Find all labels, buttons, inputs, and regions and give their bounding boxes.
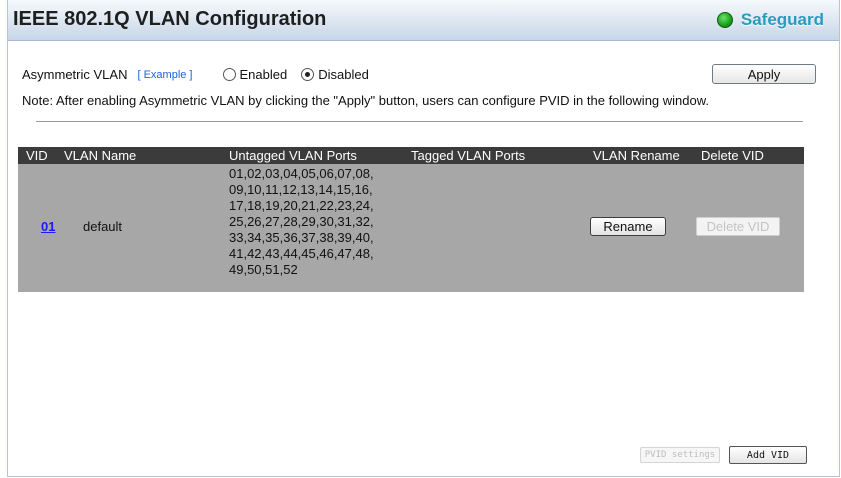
untagged-ports-line: 01,02,03,04,05,06,07,08, [229,166,374,181]
asymmetric-vlan-row: Asymmetric VLAN [ Example ] Enabled Disa… [22,67,383,82]
add-vid-button[interactable]: Add VID [729,446,807,464]
radio-enabled-label: Enabled [239,67,288,82]
col-untagged-ports: Untagged VLAN Ports [229,148,357,163]
untagged-ports-line: 41,42,43,44,45,46,47,48, [229,246,374,261]
safeguard-indicator: Safeguard [716,9,824,31]
page-title: IEEE 802.1Q VLAN Configuration [13,8,327,30]
delete-vid-button[interactable]: Delete VID [696,217,780,236]
table-header: VID VLAN Name Untagged VLAN Ports Tagged… [18,147,804,164]
col-delete-vid: Delete VID [701,148,764,163]
untagged-ports-line: 09,10,11,12,13,14,15,16, [229,182,373,197]
untagged-ports-line: 49,50,51,52 [229,262,298,277]
page-header: IEEE 802.1Q VLAN Configuration Safeguard [8,0,839,41]
rename-button[interactable]: Rename [590,217,666,236]
radio-enabled[interactable]: Enabled [222,67,288,82]
asymmetric-vlan-label: Asymmetric VLAN [22,67,128,82]
note-text: Note: After enabling Asymmetric VLAN by … [22,93,710,108]
table-row: 01 default 01,02,03,04,05,06,07,08, 09,1… [18,164,804,292]
radio-disabled-icon[interactable] [301,68,315,81]
vlan-table: VID VLAN Name Untagged VLAN Ports Tagged… [18,147,804,292]
col-vid: VID [26,148,48,163]
radio-disabled-label: Disabled [318,67,369,82]
apply-button[interactable]: Apply [712,64,816,84]
col-vlan-name: VLAN Name [64,148,137,163]
example-link[interactable]: [ Example ] [137,69,192,81]
col-tagged-ports: Tagged VLAN Ports [411,148,526,163]
safeguard-label: Safeguard [740,10,824,29]
col-vlan-rename: VLAN Rename [593,148,680,163]
vid-link[interactable]: 01 [41,219,55,234]
untagged-ports-cell: 01,02,03,04,05,06,07,08, 09,10,11,12,13,… [229,166,399,278]
divider [36,121,803,122]
untagged-ports-line: 17,18,19,20,21,22,23,24, [229,198,374,213]
untagged-ports-line: 25,26,27,28,29,30,31,32, [229,214,374,229]
untagged-ports-line: 33,34,35,36,37,38,39,40, [229,230,374,245]
safeguard-status-icon [716,12,733,28]
radio-disabled[interactable]: Disabled [301,67,369,82]
radio-enabled-icon[interactable] [222,68,236,81]
pvid-settings-button[interactable]: PVID settings [640,447,720,463]
vlan-name-cell: default [83,219,123,234]
